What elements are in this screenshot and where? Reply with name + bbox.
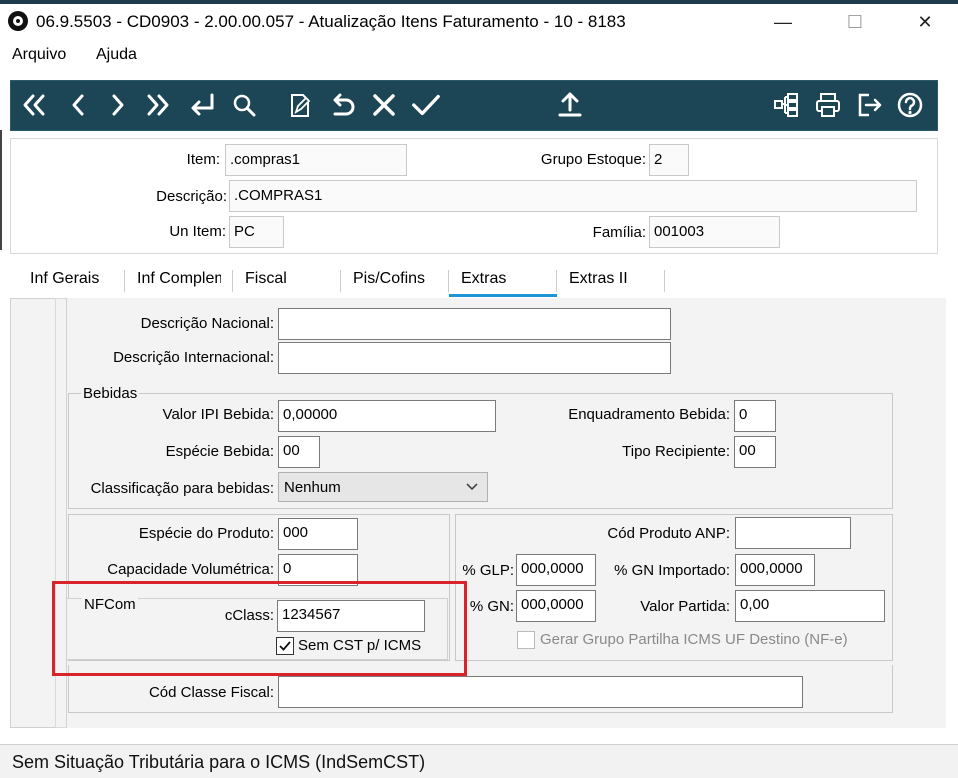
exit-icon[interactable] xyxy=(854,88,886,122)
descricao-label: Descrição: xyxy=(156,188,227,205)
gerar-grupo-label[interactable]: Gerar Grupo Partilha ICMS UF Destino (NF… xyxy=(540,631,848,648)
familia-field[interactable]: 001003 xyxy=(649,216,780,248)
descricao-internacional-input[interactable] xyxy=(278,342,671,374)
grupo-estoque-label: Grupo Estoque: xyxy=(540,151,646,168)
cod-classe-fiscal-input[interactable] xyxy=(278,676,803,708)
classificacao-bebidas-select[interactable]: Nenhum xyxy=(278,472,488,502)
valor-partida-label: Valor Partida: xyxy=(640,598,730,615)
un-item-field[interactable]: PC xyxy=(229,216,284,248)
grupo-estoque-field[interactable]: 2 xyxy=(649,144,689,176)
tab-inf-complem[interactable]: Inf Complem xyxy=(137,270,221,288)
glp-input[interactable]: 000,0000 xyxy=(516,554,596,586)
gn-input[interactable]: 000,0000 xyxy=(516,590,596,622)
hierarchy-icon[interactable] xyxy=(770,88,802,122)
gn-importado-label: % GN Importado: xyxy=(614,562,730,579)
enquadramento-bebida-label: Enquadramento Bebida: xyxy=(568,406,730,423)
highlight-annotation-box xyxy=(52,581,467,676)
descricao-internacional-label: Descrição Internacional: xyxy=(113,349,274,366)
active-tab-indicator xyxy=(449,294,557,297)
tipo-recipiente-input[interactable]: 00 xyxy=(734,436,776,468)
especie-bebida-input[interactable]: 00 xyxy=(278,436,320,468)
maximize-button[interactable]: ☐ xyxy=(832,4,878,40)
cod-produto-anp-input[interactable] xyxy=(735,517,851,549)
status-text: Sem Situação Tributária para o ICMS (Ind… xyxy=(12,752,426,772)
upload-icon[interactable] xyxy=(554,88,586,122)
tab-separator xyxy=(664,270,665,292)
menu-bar xyxy=(0,42,958,70)
tab-separator xyxy=(124,270,125,292)
next-record-icon[interactable] xyxy=(102,88,134,122)
confirm-icon[interactable] xyxy=(410,88,442,122)
classificacao-bebidas-value: Nenhum xyxy=(284,479,341,496)
descricao-nacional-label: Descrição Nacional: xyxy=(140,315,274,332)
window-title: 06.9.5503 - CD0903 - 2.00.00.057 - Atual… xyxy=(36,12,626,31)
undo-icon[interactable] xyxy=(326,88,358,122)
minimize-button[interactable]: — xyxy=(760,4,806,40)
classificacao-bebidas-label: Classificação para bebidas: xyxy=(90,480,274,497)
help-icon[interactable] xyxy=(894,88,926,122)
return-icon[interactable] xyxy=(186,88,218,122)
bebidas-legend: Bebidas xyxy=(81,385,140,402)
valor-ipi-bebida-label: Valor IPI Bebida: xyxy=(162,406,274,423)
print-icon[interactable] xyxy=(812,88,844,122)
valor-ipi-bebida-input[interactable]: 0,00000 xyxy=(278,400,496,432)
item-field[interactable]: .compras1 xyxy=(225,144,407,176)
especie-produto-input[interactable]: 000 xyxy=(278,518,358,550)
descricao-field[interactable]: .COMPRAS1 xyxy=(229,180,917,212)
chevron-down-icon xyxy=(466,483,478,491)
app-logo-icon xyxy=(8,11,28,31)
edit-icon[interactable] xyxy=(284,88,316,122)
tab-pis-cofins[interactable]: Pis/Cofins xyxy=(353,270,425,288)
gn-importado-input[interactable]: 000,0000 xyxy=(735,554,815,586)
especie-produto-label: Espécie do Produto: xyxy=(138,525,274,542)
tipo-recipiente-label: Tipo Recipiente: xyxy=(622,443,730,460)
last-record-icon[interactable] xyxy=(142,88,174,122)
item-label: Item: xyxy=(186,151,220,168)
tab-separator xyxy=(556,270,557,292)
search-icon[interactable] xyxy=(228,88,260,122)
gerar-grupo-checkbox[interactable] xyxy=(517,631,535,649)
familia-label: Família: xyxy=(592,224,646,241)
menu-arquivo[interactable]: Arquivo xyxy=(12,46,66,64)
enquadramento-bebida-input[interactable]: 0 xyxy=(734,400,776,432)
valor-partida-input[interactable]: 0,00 xyxy=(735,590,885,622)
cancel-icon[interactable] xyxy=(368,88,400,122)
previous-record-icon[interactable] xyxy=(62,88,94,122)
capacidade-volumetrica-label: Capacidade Volumétrica: xyxy=(107,561,274,578)
window-edge xyxy=(0,130,2,250)
descricao-nacional-input[interactable] xyxy=(278,308,671,340)
tab-separator xyxy=(448,270,449,292)
especie-bebida-label: Espécie Bebida: xyxy=(165,443,274,460)
tab-inf-gerais[interactable]: Inf Gerais xyxy=(30,270,99,288)
un-item-label: Un Item: xyxy=(169,223,226,240)
cod-classe-fiscal-label: Cód Classe Fiscal: xyxy=(148,684,274,701)
tab-separator xyxy=(232,270,233,292)
menu-ajuda[interactable]: Ajuda xyxy=(96,46,137,64)
glp-label: % GLP: xyxy=(462,562,514,579)
cod-produto-anp-label: Cód Produto ANP: xyxy=(607,525,730,542)
tab-fiscal[interactable]: Fiscal xyxy=(245,270,287,288)
first-record-icon[interactable] xyxy=(18,88,50,122)
tab-extras-ii[interactable]: Extras II xyxy=(569,270,628,288)
tab-extras[interactable]: Extras xyxy=(461,270,506,288)
tab-separator xyxy=(340,270,341,292)
close-button[interactable]: ✕ xyxy=(902,4,948,40)
